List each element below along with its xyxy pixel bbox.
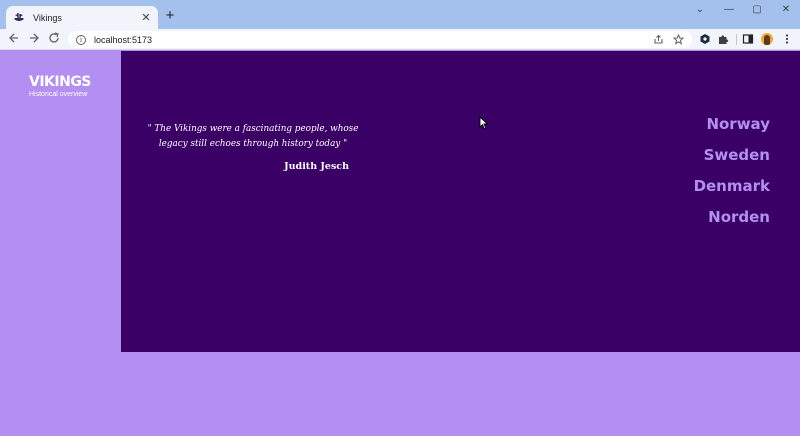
more-menu-icon[interactable] (781, 33, 793, 45)
share-icon[interactable] (652, 34, 664, 46)
puzzle-icon[interactable] (717, 33, 729, 45)
nav-link-denmark[interactable]: Denmark (650, 171, 770, 202)
browser-toolbar: i localhost:5173 (0, 29, 800, 50)
logo-subtitle: Historical overview (29, 91, 88, 98)
nav-link-norway[interactable]: Norway (650, 109, 770, 140)
side-panel-icon[interactable] (742, 33, 754, 45)
minimize-button[interactable]: — (722, 4, 736, 16)
new-tab-button[interactable]: + (163, 8, 177, 23)
site-logo[interactable]: VIKINGS Historical overview (29, 74, 95, 99)
maximize-button[interactable]: ▢ (750, 4, 764, 16)
nav-link-norden[interactable]: Norden (650, 202, 770, 233)
mouse-cursor-icon (479, 116, 489, 130)
tab-title: Vikings (33, 12, 62, 23)
hero-section: " The Vikings were a fascinating people,… (121, 51, 800, 352)
close-tab-icon[interactable]: ✕ (140, 12, 152, 24)
hero-quote: " The Vikings were a fascinating people,… (147, 124, 359, 149)
nav-link-sweden[interactable]: Sweden (650, 140, 770, 171)
arrow-right-icon[interactable] (27, 32, 41, 46)
arrow-left-icon[interactable] (7, 32, 21, 46)
reload-icon[interactable] (47, 32, 61, 46)
site-info-icon[interactable]: i (76, 34, 86, 45)
star-icon[interactable] (672, 33, 684, 46)
tab-search-icon[interactable]: ⌄ (693, 4, 707, 16)
toolbar-divider (736, 34, 737, 45)
url-text[interactable]: localhost:5173 (94, 35, 652, 45)
logo-title: VIKINGS (29, 74, 91, 90)
browser-titlebar: Vikings ✕ + ⌄ — ▢ ✕ (0, 0, 800, 29)
browser-tab[interactable]: Vikings ✕ (6, 6, 158, 29)
close-window-button[interactable]: ✕ (779, 4, 793, 16)
extension-hexagon-icon[interactable] (699, 33, 711, 45)
viking-ship-icon (13, 12, 25, 24)
country-nav: Norway Sweden Denmark Norden (650, 109, 770, 233)
address-bar[interactable]: i localhost:5173 (68, 31, 692, 48)
sidebar: VIKINGS Historical overview (0, 51, 121, 436)
avatar[interactable] (761, 33, 773, 45)
quote-author: Judith Jesch (284, 161, 349, 172)
